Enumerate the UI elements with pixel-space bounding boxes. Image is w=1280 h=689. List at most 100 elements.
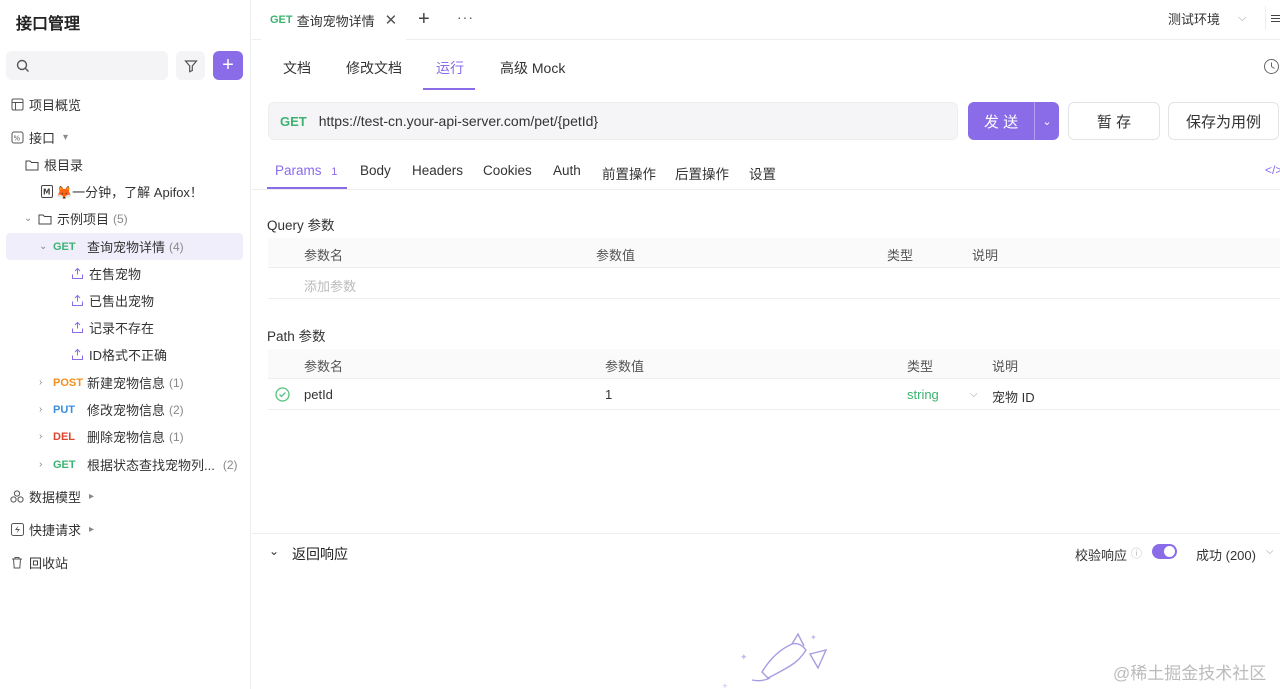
caret-right-icon: ▸: [89, 524, 95, 535]
tab-settings[interactable]: 设置: [749, 163, 776, 183]
add-button[interactable]: +: [213, 51, 243, 80]
response-status-select[interactable]: 成功 (200): [1196, 545, 1256, 564]
param-desc-input[interactable]: 宠物 ID: [992, 387, 1035, 406]
api-item[interactable]: › GET 根据状态查找宠物列... (2): [39, 451, 238, 478]
nav-quick-requests[interactable]: 快捷请求 ▸: [10, 516, 103, 543]
check-circle-icon[interactable]: [275, 387, 290, 405]
folder-label: 示例项目: [57, 212, 110, 227]
api-item[interactable]: › PUT 修改宠物信息 (2): [39, 396, 184, 423]
tab-advanced-mock[interactable]: 高级 Mock: [500, 58, 565, 78]
col-desc: 说明: [972, 248, 999, 263]
query-add-row[interactable]: 添加参数: [268, 269, 1280, 299]
case-item[interactable]: 已售出宠物: [70, 287, 154, 314]
method-badge: PUT: [53, 403, 75, 416]
help-icon[interactable]: ⓘ: [1131, 545, 1142, 561]
nav-recycle-bin[interactable]: 回收站: [10, 549, 68, 576]
environment-select[interactable]: 测试环境 ⌵: [1158, 4, 1258, 32]
svg-text:✦: ✦: [810, 633, 817, 642]
api-label: 根据状态查找宠物列...: [87, 458, 215, 473]
tab-body[interactable]: Body: [360, 163, 391, 178]
chevron-right-icon: ›: [39, 431, 43, 442]
method-badge: GET: [53, 240, 76, 253]
lightning-icon: [10, 523, 24, 537]
nav-project-overview[interactable]: 项目概览: [10, 91, 81, 118]
case-item[interactable]: 记录不存在: [70, 314, 154, 341]
path-table-header: 参数名 参数值 类型 说明: [268, 349, 1280, 379]
tab-headers[interactable]: Headers: [412, 163, 463, 178]
doc-intro[interactable]: M 🦊一分钟，了解 Apifox！: [40, 178, 203, 205]
divider: [252, 189, 1280, 190]
save-temp-button[interactable]: 暂 存: [1068, 102, 1160, 140]
save-as-case-button[interactable]: 保存为用例: [1168, 102, 1279, 140]
query-params-title: Query 参数: [267, 218, 335, 233]
tab-pre-ops[interactable]: 前置操作: [602, 163, 656, 183]
api-get-pet-detail[interactable]: ⌄ GET 查询宠物详情 (4): [6, 233, 243, 260]
chevron-down-icon: ⌵: [1266, 546, 1274, 557]
url-input[interactable]: GET https://test-cn.your-api-server.com/…: [268, 102, 958, 140]
nav-data-models[interactable]: 数据模型 ▸: [10, 483, 103, 510]
folder-icon: [38, 212, 52, 226]
divider: [252, 533, 1280, 534]
col-type: 类型: [907, 359, 934, 374]
folder-count: (5): [113, 211, 128, 226]
response-title: 返回响应: [292, 546, 348, 562]
active-tab-indicator: [267, 187, 347, 189]
param-type-select[interactable]: string: [907, 387, 939, 402]
markdown-icon: M: [40, 185, 54, 199]
tab-run[interactable]: 运行: [436, 58, 464, 78]
case-item[interactable]: ID格式不正确: [70, 341, 167, 368]
case-item[interactable]: 在售宠物: [70, 260, 141, 287]
method-badge: GET: [53, 458, 76, 471]
tab-get-pet-detail[interactable]: GET 查询宠物详情 ✕: [261, 0, 406, 40]
col-type: 类型: [887, 248, 914, 263]
send-button[interactable]: 发 送 ⌄: [968, 102, 1059, 140]
code-icon[interactable]: </>: [1265, 163, 1280, 177]
nav-label: 接口: [29, 131, 56, 146]
nav-label: 快捷请求: [29, 523, 82, 538]
param-value-input[interactable]: 1: [605, 387, 612, 402]
api-count: (2): [222, 457, 238, 472]
api-label: 删除宠物信息: [87, 430, 166, 445]
tab-edit-docs[interactable]: 修改文档: [346, 58, 402, 78]
case-icon: [70, 294, 84, 308]
folder-example-project[interactable]: ⌄ 示例项目 (5): [24, 205, 128, 232]
col-value: 参数值: [596, 248, 636, 263]
api-count: (2): [169, 402, 184, 417]
tab-auth[interactable]: Auth: [553, 163, 581, 178]
api-icon: %: [10, 131, 24, 145]
sidebar: 接口管理 + 项目概览 % 接口 ▾ 根目录 M 🦊一分钟，了解 Apifox！…: [0, 0, 251, 689]
tab-post-ops[interactable]: 后置操作: [675, 163, 729, 183]
api-item[interactable]: › DEL 删除宠物信息 (1): [39, 423, 184, 450]
folder-icon: [25, 158, 39, 172]
more-icon[interactable]: ···: [457, 9, 474, 25]
tab-docs[interactable]: 文档: [283, 58, 311, 78]
filter-button[interactable]: [176, 51, 205, 80]
toggle-knob: [1164, 546, 1175, 557]
send-dropdown-chevron-icon[interactable]: ⌄: [1034, 102, 1059, 140]
empty-illustration: ✦ ✦ +: [722, 632, 834, 689]
new-tab-plus-icon[interactable]: +: [418, 8, 430, 31]
history-icon[interactable]: [1263, 58, 1280, 78]
method-select[interactable]: GET: [280, 114, 307, 129]
collapse-chevron-icon[interactable]: ⌄: [269, 544, 279, 558]
add-param-placeholder[interactable]: 添加参数: [304, 276, 356, 295]
close-icon[interactable]: ✕: [385, 11, 398, 29]
layout-icon: [10, 98, 24, 112]
tab-cookies[interactable]: Cookies: [483, 163, 532, 178]
cubes-icon: [10, 490, 24, 504]
search-icon: [16, 59, 29, 72]
param-name-input[interactable]: petId: [304, 387, 333, 402]
folder-root[interactable]: 根目录: [25, 151, 83, 178]
search-input[interactable]: [6, 51, 168, 80]
query-table-header: 参数名 参数值 类型 说明: [268, 238, 1280, 268]
tab-label: 查询宠物详情: [296, 13, 375, 29]
col-name: 参数名: [304, 359, 344, 374]
api-count: (1): [169, 375, 184, 390]
tab-bar: GET 查询宠物详情 ✕ + ··· 测试环境 ⌵: [252, 0, 1280, 40]
api-item[interactable]: › POST 新建宠物信息 (1): [39, 369, 184, 396]
validate-response-label: 校验响应: [1075, 548, 1128, 563]
menu-icon[interactable]: [1265, 6, 1280, 30]
params-label: Params: [275, 163, 322, 178]
nav-interfaces[interactable]: % 接口 ▾: [10, 124, 77, 151]
tab-params[interactable]: Params 1: [275, 163, 337, 178]
